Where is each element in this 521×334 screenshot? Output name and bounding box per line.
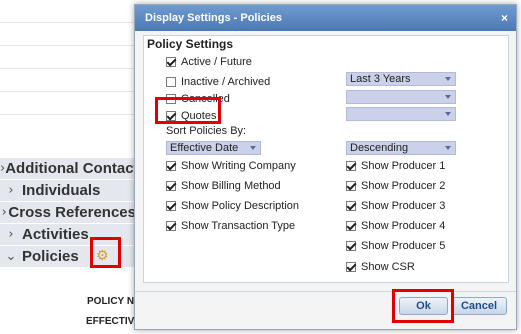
section-individuals[interactable]: › Individuals <box>0 180 136 202</box>
checkbox[interactable] <box>346 201 356 211</box>
quotes-range-select[interactable] <box>346 107 456 121</box>
checkbox-label: Show Writing Company <box>181 160 296 172</box>
close-icon[interactable]: × <box>501 5 508 31</box>
cancelled-range-select[interactable] <box>346 90 456 104</box>
checkbox-label: Inactive / Archived <box>181 76 271 88</box>
divider <box>0 68 135 69</box>
divider <box>0 45 135 46</box>
checkbox-label: Show Producer 1 <box>361 160 446 172</box>
checkbox[interactable] <box>166 221 176 231</box>
option-show-csr[interactable]: Show CSR <box>346 261 415 273</box>
divider <box>0 22 135 23</box>
checkbox-label: Show Producer 5 <box>361 240 446 252</box>
checkbox[interactable] <box>166 181 176 191</box>
select-value: Last 3 Years <box>350 73 411 85</box>
section-additional-contacts[interactable]: › Additional Contacts <box>0 158 136 180</box>
settings-highlight <box>90 237 121 268</box>
sort-order-select[interactable]: Descending <box>346 141 456 155</box>
chevron-right-icon: › <box>8 227 14 242</box>
select-value: Descending <box>350 142 409 154</box>
sort-label: Sort Policies By: <box>166 125 246 137</box>
inactive-range-select[interactable]: Last 3 Years <box>346 72 456 86</box>
checkbox-label: Show Policy Description <box>181 200 299 212</box>
cancel-button[interactable]: Cancel <box>451 297 507 315</box>
chevron-right-icon: › <box>8 183 14 198</box>
divider <box>0 114 135 115</box>
section-title: Policies <box>22 248 79 265</box>
checkbox[interactable] <box>346 181 356 191</box>
dropdown-arrow-icon <box>445 95 451 99</box>
chevron-down-icon: ⌄ <box>5 249 17 264</box>
checkbox[interactable] <box>166 57 176 67</box>
dialog-titlebar[interactable]: Display Settings - Policies × <box>135 5 516 31</box>
checkbox[interactable] <box>166 201 176 211</box>
option-show-producer-3[interactable]: Show Producer 3 <box>346 200 445 212</box>
dropdown-arrow-icon <box>445 77 451 81</box>
quotes-highlight <box>155 97 221 124</box>
panel-heading: Policy Settings <box>147 37 234 51</box>
section-cross-references[interactable]: › Cross References <box>0 202 136 224</box>
checkbox-label: Active / Future <box>181 56 252 68</box>
checkbox[interactable] <box>166 77 176 87</box>
divider <box>0 91 135 92</box>
option-show-policy-description[interactable]: Show Policy Description <box>166 200 299 212</box>
section-title: Additional Contacts <box>5 160 136 177</box>
dialog-title: Display Settings - Policies <box>145 12 282 24</box>
checkbox-label: Show CSR <box>361 261 415 273</box>
dropdown-arrow-icon <box>445 112 451 116</box>
sort-field-select[interactable]: Effective Date <box>166 141 261 155</box>
checkbox[interactable] <box>346 262 356 272</box>
checkbox[interactable] <box>166 161 176 171</box>
option-show-writing-company[interactable]: Show Writing Company <box>166 160 296 172</box>
option-inactive-archived[interactable]: Inactive / Archived <box>166 76 270 88</box>
column-header-effective: EFFECTIV <box>86 316 135 327</box>
checkbox-label: Show Transaction Type <box>181 220 296 232</box>
checkbox-label: Show Producer 3 <box>361 200 446 212</box>
option-active-future[interactable]: Active / Future <box>166 56 252 68</box>
option-show-producer-5[interactable]: Show Producer 5 <box>346 240 445 252</box>
section-title: Cross References <box>8 204 136 221</box>
sort-label-text: Sort Policies By: <box>166 125 247 137</box>
option-show-producer-4[interactable]: Show Producer 4 <box>346 220 445 232</box>
policy-settings-panel: Policy Settings Active / Future Inactive… <box>143 35 509 283</box>
option-show-producer-1[interactable]: Show Producer 1 <box>346 160 445 172</box>
column-header-policy-number: POLICY N <box>87 296 135 307</box>
checkbox[interactable] <box>346 241 356 251</box>
option-show-transaction-type[interactable]: Show Transaction Type <box>166 220 295 232</box>
checkbox-label: Show Producer 2 <box>361 180 446 192</box>
section-title: Activities <box>22 226 89 243</box>
option-show-producer-2[interactable]: Show Producer 2 <box>346 180 445 192</box>
checkbox[interactable] <box>346 221 356 231</box>
select-value: Effective Date <box>170 142 239 154</box>
option-show-billing-method[interactable]: Show Billing Method <box>166 180 281 192</box>
dropdown-arrow-icon <box>445 146 451 150</box>
checkbox[interactable] <box>346 161 356 171</box>
section-title: Individuals <box>22 182 101 199</box>
ok-highlight <box>392 289 454 323</box>
display-settings-dialog: Display Settings - Policies × Policy Set… <box>134 4 517 330</box>
dropdown-arrow-icon <box>250 146 256 150</box>
footer-divider <box>135 291 516 292</box>
checkbox-label: Show Producer 4 <box>361 220 446 232</box>
chevron-right-icon: › <box>1 205 7 220</box>
checkbox-label: Show Billing Method <box>181 180 281 192</box>
